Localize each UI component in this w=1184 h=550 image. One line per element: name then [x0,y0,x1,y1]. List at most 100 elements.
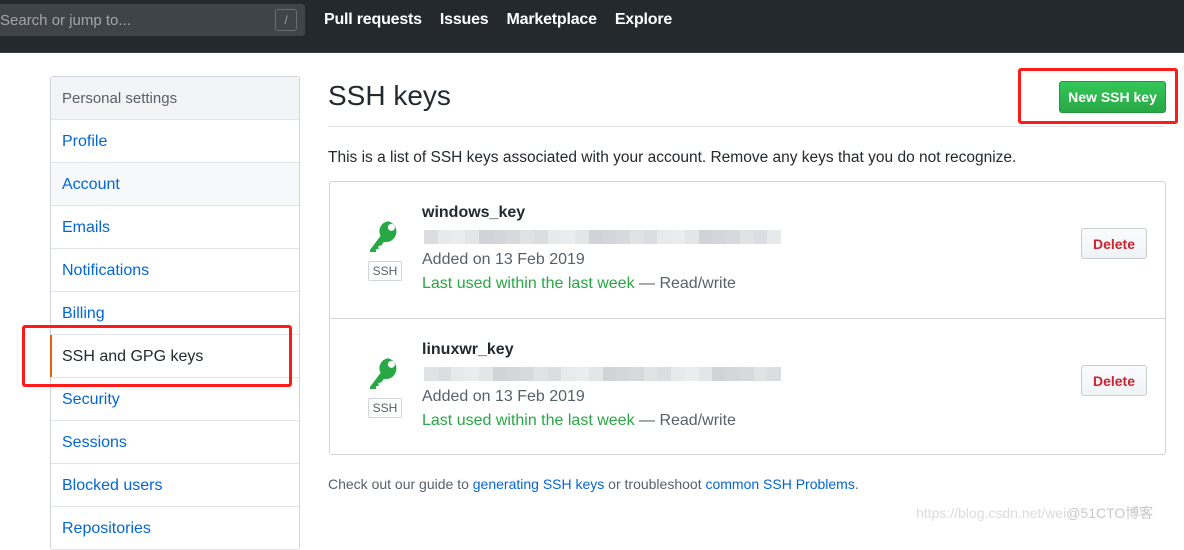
redaction-block [657,230,672,244]
redaction-block [616,230,631,244]
sidebar-item-sessions[interactable]: Sessions [51,421,299,464]
redaction-block [643,367,658,381]
redaction-block [561,367,576,381]
footer-middle: or troubleshoot [604,476,706,492]
redaction-block [478,367,493,381]
sidebar-item-blocked-users[interactable]: Blocked users [51,464,299,507]
nav-marketplace[interactable]: Marketplace [507,11,597,29]
sidebar-item-profile[interactable]: Profile [51,120,299,163]
key-added-date: Added on 13 Feb 2019 [422,251,585,268]
watermark: https://blog.csdn.net/wei@51CTO博客 [916,503,1153,523]
redacted-fingerprint [424,367,782,381]
redaction-block [478,230,493,244]
title-divider [328,126,1165,127]
nav-issues[interactable]: Issues [440,11,489,29]
page-title: SSH keys [328,80,451,111]
redaction-block [753,367,768,381]
redaction-block [698,367,713,381]
redaction-block [602,367,617,381]
header-nav: Pull requests Issues Marketplace Explore [324,0,672,40]
delete-key-button[interactable]: Delete [1081,365,1147,396]
redaction-block [561,230,576,244]
redaction-block [465,367,479,381]
redaction-block [739,230,754,244]
delete-key-button[interactable]: Delete [1081,228,1147,259]
footer-suffix: . [854,476,859,492]
key-icon [369,221,397,252]
redaction-block [684,230,699,244]
nav-pull-requests[interactable]: Pull requests [324,11,422,29]
new-ssh-key-button[interactable]: New SSH key [1059,81,1166,113]
key-last-used: Last used within the last week — Read/wr… [422,275,736,293]
redaction-block [630,230,644,244]
redaction-block [712,230,727,244]
redaction-block [602,230,617,244]
redaction-block [547,367,562,381]
footer-prefix: Check out our guide to [328,476,473,492]
top-header: / Pull requests Issues Marketplace Explo… [0,0,1184,53]
generating-ssh-keys-link[interactable]: generating SSH keys [473,476,605,492]
redaction-block [424,367,438,381]
redaction-block [739,367,754,381]
redaction-block [767,367,782,381]
redaction-block [616,367,631,381]
common-ssh-problems-link[interactable]: common SSH Problems [705,476,854,492]
redaction-block [726,367,740,381]
footer-help-text: Check out our guide to generating SSH ke… [328,476,859,492]
watermark-url: https://blog.csdn.net/wei [916,505,1067,521]
redaction-block [643,230,658,244]
redaction-block [465,230,479,244]
search-input[interactable] [0,4,305,36]
redaction-block [698,230,713,244]
sidebar-item-ssh-gpg-keys[interactable]: SSH and GPG keys [50,335,299,378]
search-box[interactable]: / [0,4,305,36]
slash-shortcut-hint: / [275,9,297,31]
redaction-block [533,367,548,381]
redaction-block [424,230,438,244]
key-title: linuxwr_key [422,341,514,358]
sidebar-item-notifications[interactable]: Notifications [51,249,299,292]
ssh-key-list: SSH windows_key Added on 13 Feb 2019 Las… [329,181,1166,455]
redaction-block [506,367,521,381]
sidebar-item-emails[interactable]: Emails [51,206,299,249]
redaction-block [657,367,672,381]
redaction-block [630,367,644,381]
redaction-block [437,230,452,244]
redaction-block [671,367,685,381]
intro-text: This is a list of SSH keys associated wi… [328,149,1017,166]
last-used-status: Last used within the last week [422,412,635,429]
redaction-block [492,230,507,244]
last-used-status: Last used within the last week [422,275,635,292]
nav-explore[interactable]: Explore [615,11,672,29]
redaction-block [671,230,685,244]
redaction-block [588,230,603,244]
redaction-block [684,367,699,381]
redaction-block [451,230,466,244]
sidebar-item-security[interactable]: Security [51,378,299,421]
redaction-block [712,367,727,381]
ssh-key-item: SSH windows_key Added on 13 Feb 2019 Las… [330,182,1165,319]
redaction-block [506,230,521,244]
sidebar-heading: Personal settings [51,77,299,120]
sidebar-item-account[interactable]: Account [51,163,299,206]
watermark-brand: @51CTO博客 [1066,505,1154,521]
redaction-block [520,230,534,244]
ssh-badge: SSH [368,398,402,418]
redaction-block [588,367,603,381]
settings-sidebar: Personal settings Profile Account Emails… [50,76,300,550]
redaction-block [520,367,534,381]
redaction-block [533,230,548,244]
key-access: — Read/write [634,412,736,429]
ssh-key-item: SSH linuxwr_key Added on 13 Feb 2019 Las… [330,319,1165,454]
redaction-block [437,367,452,381]
key-icon [369,358,397,389]
redaction-block [547,230,562,244]
key-title: windows_key [422,204,526,221]
redaction-block [575,230,589,244]
redaction-block [753,230,768,244]
key-last-used: Last used within the last week — Read/wr… [422,412,736,430]
redaction-block [575,367,589,381]
sidebar-item-billing[interactable]: Billing [51,292,299,335]
key-added-date: Added on 13 Feb 2019 [422,388,585,405]
redaction-block [726,230,740,244]
